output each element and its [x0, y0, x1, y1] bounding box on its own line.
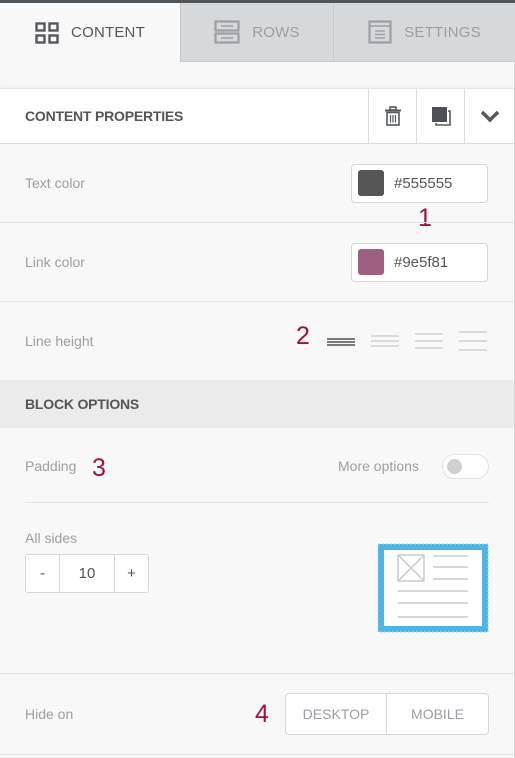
hide-on-segmented-control: DESKTOP MOBILE: [285, 693, 489, 735]
line-height-options: [326, 330, 488, 352]
tab-content[interactable]: CONTENT: [0, 3, 180, 62]
grid-icon: [35, 21, 59, 44]
collapse-button[interactable]: [464, 88, 514, 144]
padding-preview-icon: [377, 543, 489, 633]
delete-button[interactable]: [368, 88, 416, 144]
padding-label: Padding: [25, 458, 77, 474]
line-height-option-relaxed[interactable]: [414, 330, 444, 352]
padding-row: Padding More options: [0, 428, 514, 504]
annotation-4: 4: [255, 700, 269, 728]
block-options-header: BLOCK OPTIONS: [0, 380, 514, 428]
chevron-down-icon: [480, 110, 499, 123]
text-color-input[interactable]: #555555: [351, 163, 488, 203]
annotation-2: 2: [296, 322, 310, 350]
trash-icon: [384, 106, 401, 126]
block-options-title: BLOCK OPTIONS: [25, 396, 140, 412]
annotation-3: 3: [92, 454, 106, 482]
duplicate-icon: [431, 107, 451, 126]
line-height-label: Line height: [25, 333, 94, 349]
decrement-button[interactable]: -: [26, 555, 59, 592]
hide-on-label: Hide on: [25, 706, 74, 722]
duplicate-button[interactable]: [416, 88, 464, 144]
link-color-input[interactable]: #9e5f81: [351, 242, 488, 282]
content-properties-header: CONTENT PROPERTIES: [0, 88, 514, 144]
link-color-value: #9e5f81: [394, 253, 449, 271]
text-color-value: #555555: [394, 174, 453, 192]
text-color-swatch[interactable]: [358, 170, 384, 196]
rows-icon: [214, 20, 240, 44]
tab-content-label: CONTENT: [71, 24, 145, 41]
line-height-option-compact[interactable]: [326, 330, 356, 352]
padding-value-input[interactable]: 10: [59, 554, 115, 593]
settings-doc-icon: [368, 20, 392, 44]
text-color-row: Text color #555555: [0, 144, 514, 222]
link-color-swatch[interactable]: [358, 249, 384, 275]
tab-rows[interactable]: ROWS: [180, 3, 333, 62]
divider: [25, 502, 489, 503]
hide-on-desktop-button[interactable]: DESKTOP: [286, 694, 387, 734]
link-color-row: Link color #9e5f81: [0, 223, 514, 301]
more-options-label: More options: [338, 458, 419, 474]
tab-settings[interactable]: SETTINGS: [333, 3, 515, 62]
line-height-option-loose[interactable]: [458, 330, 488, 352]
link-color-label: Link color: [25, 254, 85, 270]
hide-on-mobile-button[interactable]: MOBILE: [387, 694, 488, 734]
toggle-knob: [447, 458, 462, 474]
line-height-option-normal[interactable]: [370, 330, 400, 352]
more-options-toggle[interactable]: [442, 453, 489, 479]
tab-bar: CONTENT ROWS SETTINGS: [0, 3, 515, 62]
panel-title: CONTENT PROPERTIES: [25, 108, 184, 124]
tab-rows-label: ROWS: [252, 23, 300, 41]
padding-stepper: - 10 +: [25, 554, 149, 593]
tab-settings-label: SETTINGS: [404, 23, 481, 41]
line-height-row: Line height: [0, 302, 514, 380]
divider: [0, 754, 514, 755]
increment-button[interactable]: +: [115, 555, 148, 592]
all-sides-label: All sides: [25, 530, 78, 546]
text-color-label: Text color: [25, 175, 85, 191]
